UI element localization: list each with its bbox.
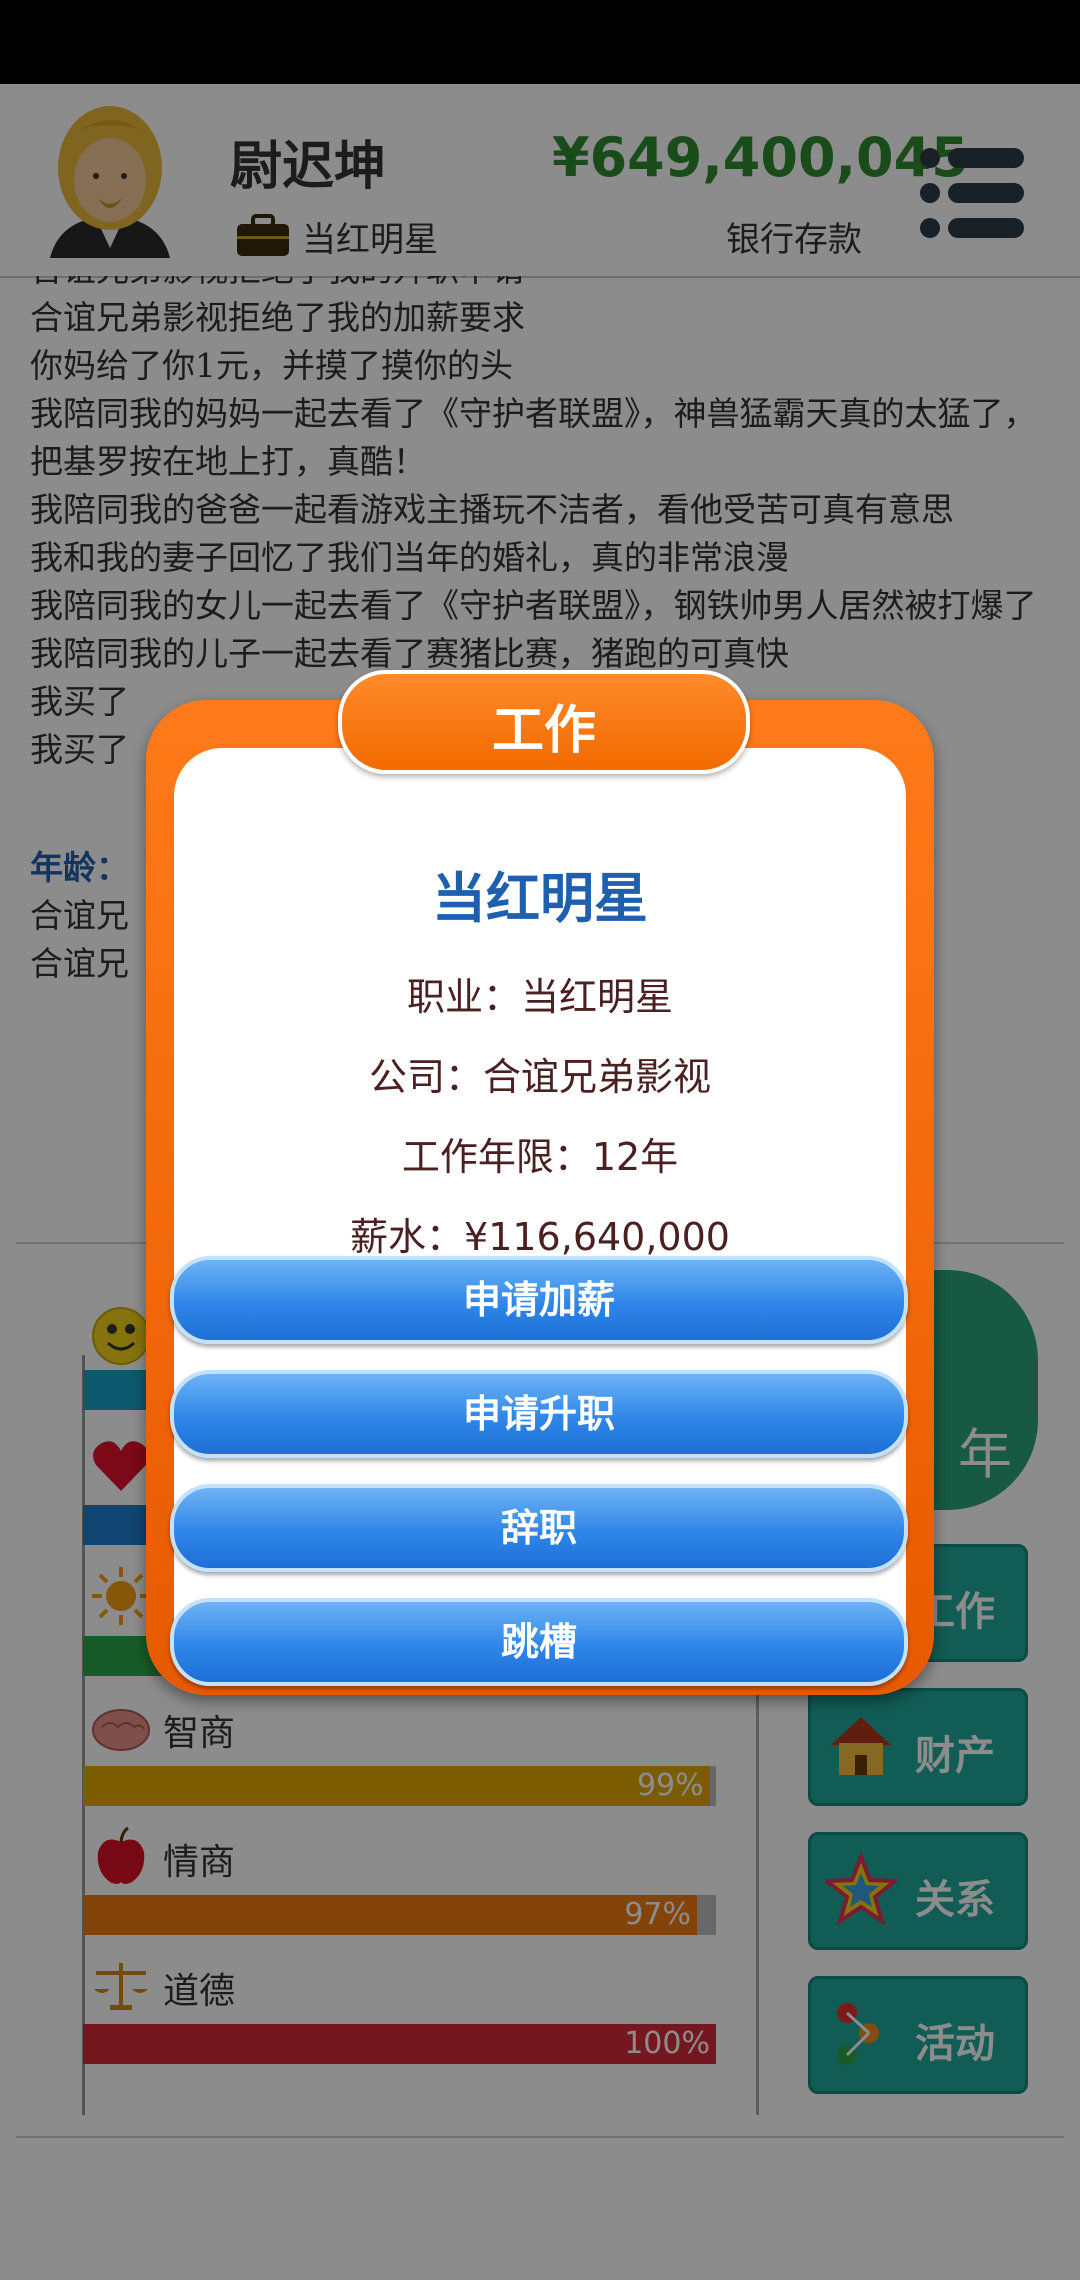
company-row: 公司：合谊兄弟影视: [368, 1055, 711, 1099]
request-raise-label: 申请加薪: [462, 1278, 615, 1322]
switch-job-button[interactable]: 跳槽: [170, 1598, 908, 1686]
dialog-title: 当红明星: [432, 867, 648, 930]
dialog-tab-label: 工作: [491, 701, 596, 761]
dialog-tab: 工作: [338, 670, 750, 774]
request-raise-button[interactable]: 申请加薪: [170, 1256, 908, 1344]
request-promotion-label: 申请升职: [462, 1392, 615, 1436]
request-promotion-button[interactable]: 申请升职: [170, 1370, 908, 1458]
salary-row: 薪水：¥116,640,000: [350, 1215, 730, 1259]
switch-job-label: 跳槽: [500, 1620, 577, 1664]
occupation-row: 职业：当红明星: [406, 975, 673, 1019]
resign-label: 辞职: [500, 1506, 577, 1550]
resign-button[interactable]: 辞职: [170, 1484, 908, 1572]
status-bar: [0, 0, 1080, 84]
work-dialog: 当红明星 职业：当红明星 公司：合谊兄弟影视 工作年限：12年 薪水：¥116,…: [146, 670, 934, 1695]
years-row: 工作年限：12年: [401, 1135, 679, 1179]
